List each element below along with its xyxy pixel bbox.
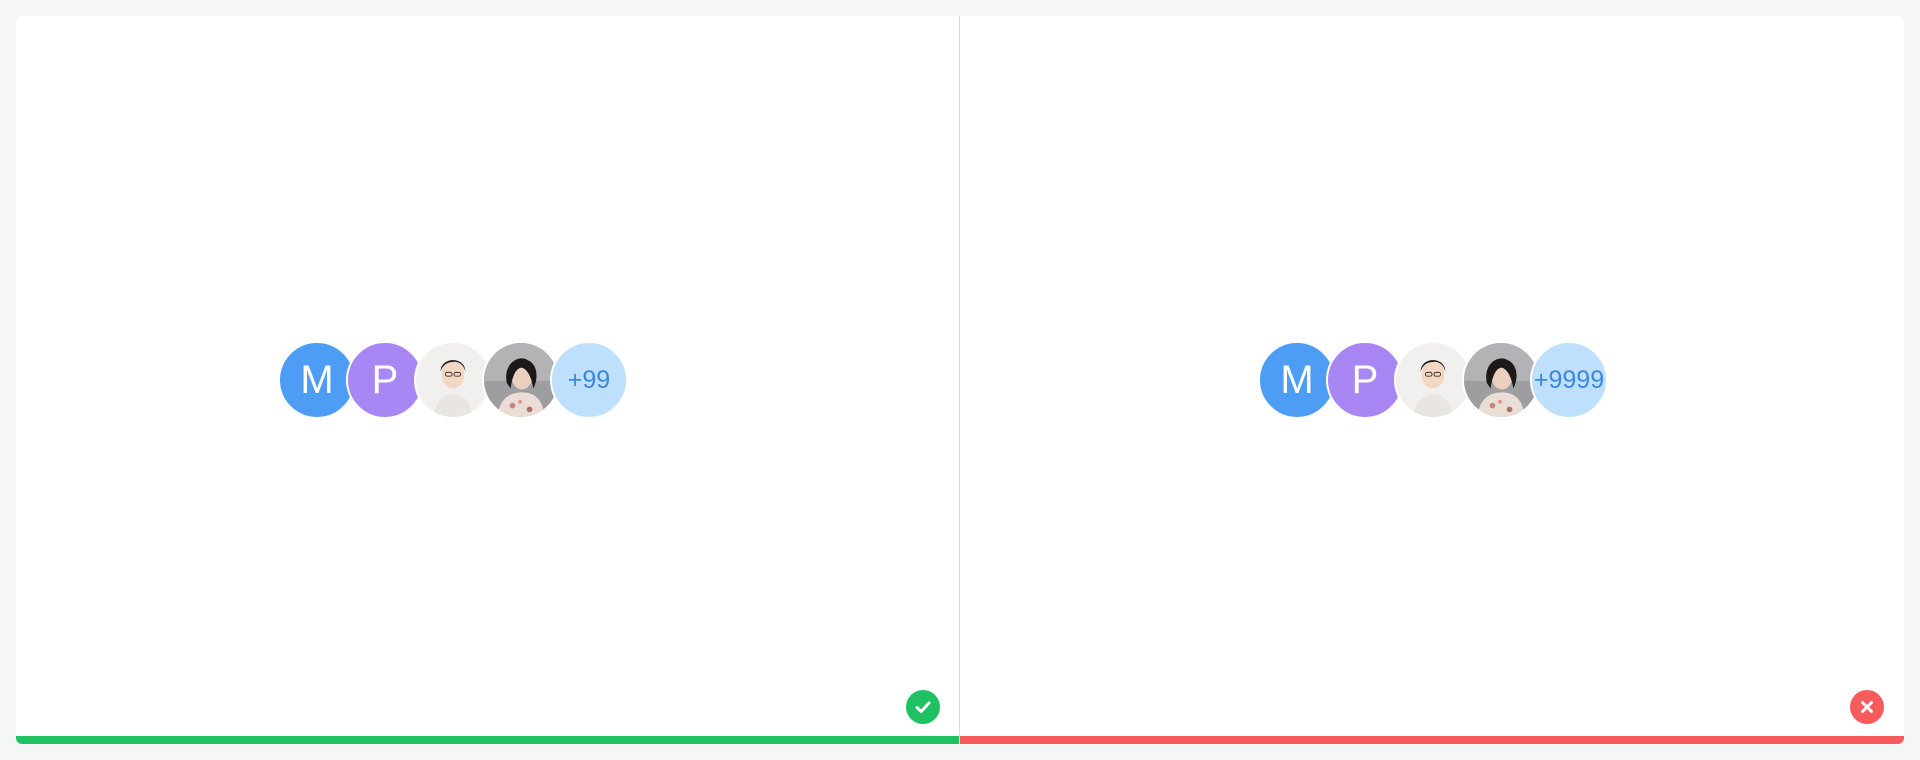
avatar-group: M P	[1258, 340, 1608, 420]
avatar-letter: M	[278, 341, 356, 419]
avatar-photo	[414, 341, 492, 419]
user-photo-icon	[1396, 343, 1470, 417]
avatar-initial: P	[371, 357, 399, 402]
avatar-letter: M	[1258, 341, 1336, 419]
close-circle-icon	[1850, 690, 1884, 724]
overflow-count-label: +9999	[1533, 365, 1605, 394]
check-circle-icon	[906, 690, 940, 724]
avatar-initial: M	[1280, 357, 1314, 402]
overflow-count-label: +99	[567, 365, 611, 394]
user-photo-icon	[416, 343, 490, 417]
overflow-count-avatar: +9999	[1530, 341, 1608, 419]
avatar-photo	[1394, 341, 1472, 419]
avatar-initial: M	[300, 357, 334, 402]
close-icon	[1861, 701, 1873, 713]
avatar-photo	[482, 341, 560, 419]
user-photo-icon	[484, 343, 558, 417]
correct-indicator-bar	[16, 736, 960, 744]
incorrect-example-panel: M P +9999	[960, 16, 1904, 744]
check-icon	[915, 701, 931, 713]
avatar-photo	[1462, 341, 1540, 419]
avatar-letter: P	[1326, 341, 1404, 419]
avatar-initial: P	[1351, 357, 1379, 402]
user-photo-icon	[1464, 343, 1538, 417]
correct-example-panel: M P +99	[16, 16, 960, 744]
avatar-group: M P	[278, 340, 628, 420]
overflow-count-avatar: +99	[550, 341, 628, 419]
incorrect-indicator-bar	[960, 736, 1904, 744]
avatar-letter: P	[346, 341, 424, 419]
comparison-frame: M P +99 M P +9999	[16, 16, 1904, 744]
